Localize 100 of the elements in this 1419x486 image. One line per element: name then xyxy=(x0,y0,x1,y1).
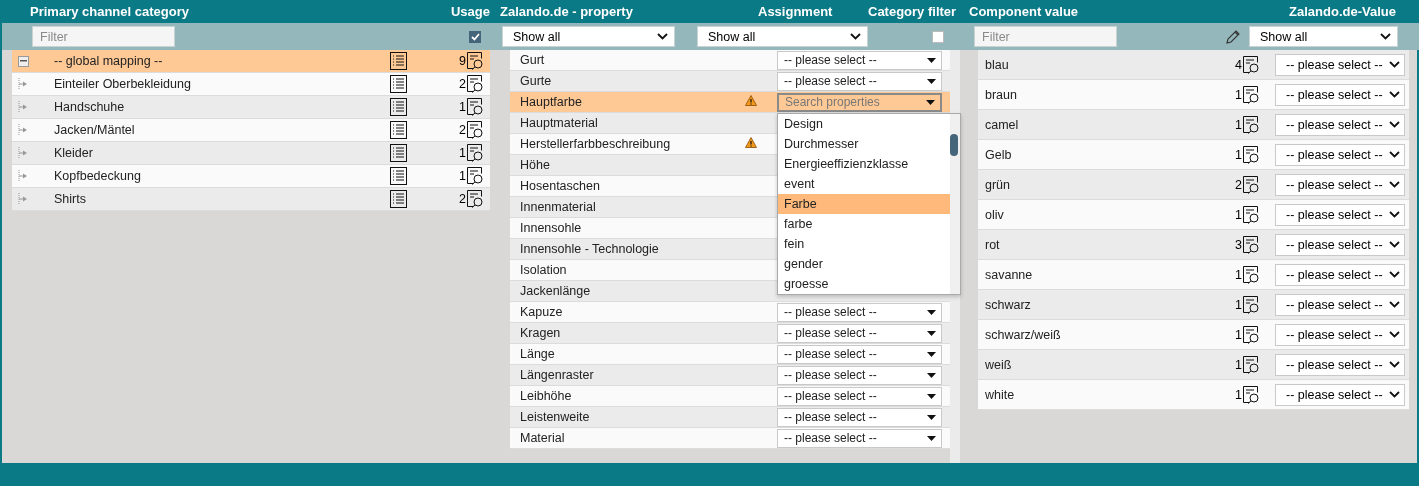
document-search-icon[interactable] xyxy=(1243,205,1260,224)
document-search-icon[interactable] xyxy=(467,98,484,116)
assignment-select[interactable]: -- please select -- xyxy=(777,386,942,406)
category-filter-checkbox[interactable] xyxy=(932,30,944,43)
document-search-icon[interactable] xyxy=(1243,265,1260,284)
document-search-icon[interactable] xyxy=(1243,385,1260,404)
pencil-icon[interactable] xyxy=(1225,28,1241,45)
category-label: Handschuhe xyxy=(54,100,126,114)
property-row[interactable]: Gurte -- please select -- xyxy=(510,71,950,92)
list-icon[interactable] xyxy=(390,98,407,116)
list-icon[interactable] xyxy=(390,121,407,139)
document-search-icon[interactable] xyxy=(1243,355,1260,374)
list-icon[interactable] xyxy=(390,52,407,70)
property-label: Hauptmaterial xyxy=(520,116,599,130)
value-select[interactable]: -- please select -- xyxy=(1275,113,1405,136)
value-select[interactable]: -- please select -- xyxy=(1275,293,1405,316)
usage-count: 1 xyxy=(1235,207,1242,222)
value-select[interactable]: -- please select -- xyxy=(1275,143,1405,166)
assignment-select[interactable]: -- please select -- xyxy=(777,323,942,343)
assignment-select[interactable]: -- please select -- xyxy=(777,71,942,91)
assignment-select[interactable]: -- please select -- xyxy=(777,50,942,70)
property-row[interactable]: Leibhöhe -- please select -- xyxy=(510,386,950,407)
scrollbar-thumb[interactable] xyxy=(950,134,958,156)
assignment-select[interactable]: -- please select -- xyxy=(777,365,942,385)
property-row[interactable]: Material -- please select -- xyxy=(510,428,950,449)
tree-connector-icon xyxy=(18,78,28,90)
property-row[interactable]: Längenraster -- please select -- xyxy=(510,365,950,386)
property-label: Gurte xyxy=(520,74,553,88)
dropdown-item[interactable]: Design xyxy=(778,114,950,134)
list-icon[interactable] xyxy=(390,75,407,93)
document-search-icon[interactable] xyxy=(1243,235,1260,254)
document-search-icon[interactable] xyxy=(467,121,484,139)
property-row[interactable]: Hauptfarbe Search properties xyxy=(510,92,950,113)
value-select[interactable]: -- please select -- xyxy=(1275,233,1405,256)
assignment-select[interactable]: -- please select -- xyxy=(777,407,942,427)
chevron-down-icon xyxy=(1389,61,1400,68)
column-header: Category filter xyxy=(868,4,957,19)
value-select[interactable]: -- please select -- xyxy=(1275,83,1405,106)
tree-row[interactable]: Kopfbedeckung 1 xyxy=(12,165,490,188)
value-label: white xyxy=(985,387,1016,402)
property-label: Herstellerfarbbeschreibung xyxy=(520,137,672,151)
usage-count: 2 xyxy=(459,123,466,137)
document-search-icon[interactable] xyxy=(1243,175,1260,194)
document-search-icon[interactable] xyxy=(1243,295,1260,314)
list-icon[interactable] xyxy=(390,190,407,208)
value-select[interactable]: -- please select -- xyxy=(1275,203,1405,226)
tree-row[interactable]: Shirts 2 xyxy=(12,188,490,211)
document-search-icon[interactable] xyxy=(1243,145,1260,164)
document-search-icon[interactable] xyxy=(1243,325,1260,344)
usage-count: 1 xyxy=(459,100,466,114)
caret-down-icon xyxy=(927,372,936,378)
value-select[interactable]: -- please select -- xyxy=(1275,263,1405,286)
tree-connector-icon xyxy=(18,147,28,159)
assignment-select[interactable]: -- please select -- xyxy=(777,344,942,364)
property-row[interactable]: Kapuze -- please select -- xyxy=(510,302,950,323)
assignment-select[interactable]: -- please select -- xyxy=(777,302,942,322)
value-select[interactable]: -- please select -- xyxy=(1275,353,1405,376)
tree-row[interactable]: Handschuhe 1 xyxy=(12,96,490,119)
value-filter-select[interactable]: Show all xyxy=(1249,26,1398,47)
value-select[interactable]: -- please select -- xyxy=(1275,173,1405,196)
tree-row[interactable]: -- global mapping -- 9 xyxy=(12,50,490,73)
tree-row[interactable]: Einteiler Oberbekleidung 2 xyxy=(12,73,490,96)
tree-row[interactable]: Kleider 1 xyxy=(12,142,490,165)
property-label: Länge xyxy=(520,347,556,361)
document-search-icon[interactable] xyxy=(1243,115,1260,134)
property-label: Hauptfarbe xyxy=(520,95,583,109)
usage-checkbox[interactable] xyxy=(469,30,481,43)
property-row[interactable]: Länge -- please select -- xyxy=(510,344,950,365)
column-header: Assignment xyxy=(758,4,833,19)
chevron-down-icon xyxy=(1389,271,1400,278)
filter-input[interactable]: Filter xyxy=(32,26,175,47)
tree-row[interactable]: Jacken/Mäntel 2 xyxy=(12,119,490,142)
property-label: Längenraster xyxy=(520,368,595,382)
document-search-icon[interactable] xyxy=(467,52,484,70)
property-row[interactable]: Kragen -- please select -- xyxy=(510,323,950,344)
assignment-select[interactable]: -- please select -- xyxy=(777,428,942,448)
value-select[interactable]: -- please select -- xyxy=(1275,323,1405,346)
dropdown-item[interactable]: groesse xyxy=(778,274,950,294)
document-search-icon[interactable] xyxy=(467,190,484,208)
usage-count: 9 xyxy=(459,54,466,68)
tree-connector-icon xyxy=(18,101,28,113)
property-filter-select[interactable]: Show all xyxy=(502,26,675,47)
document-search-icon[interactable] xyxy=(467,144,484,162)
value-select[interactable]: -- please select -- xyxy=(1275,383,1405,406)
document-search-icon[interactable] xyxy=(1243,85,1260,104)
category-label: -- global mapping -- xyxy=(54,54,164,68)
collapse-icon[interactable] xyxy=(18,55,29,67)
property-row[interactable]: Leistenweite -- please select -- xyxy=(510,407,950,428)
list-icon[interactable] xyxy=(390,144,407,162)
filter-input[interactable]: Filter xyxy=(974,26,1117,47)
tree-connector-icon xyxy=(18,124,28,136)
document-search-icon[interactable] xyxy=(467,75,484,93)
property-row[interactable]: Gurt -- please select -- xyxy=(510,50,950,71)
value-select[interactable]: -- please select -- xyxy=(1275,53,1405,76)
assignment-filter-select[interactable]: Show all xyxy=(697,26,868,47)
document-search-icon[interactable] xyxy=(1243,55,1260,74)
document-search-icon[interactable] xyxy=(467,167,484,185)
column-header: Usage xyxy=(450,4,490,19)
dropdown-item[interactable]: Farbe xyxy=(778,194,950,214)
list-icon[interactable] xyxy=(390,167,407,185)
